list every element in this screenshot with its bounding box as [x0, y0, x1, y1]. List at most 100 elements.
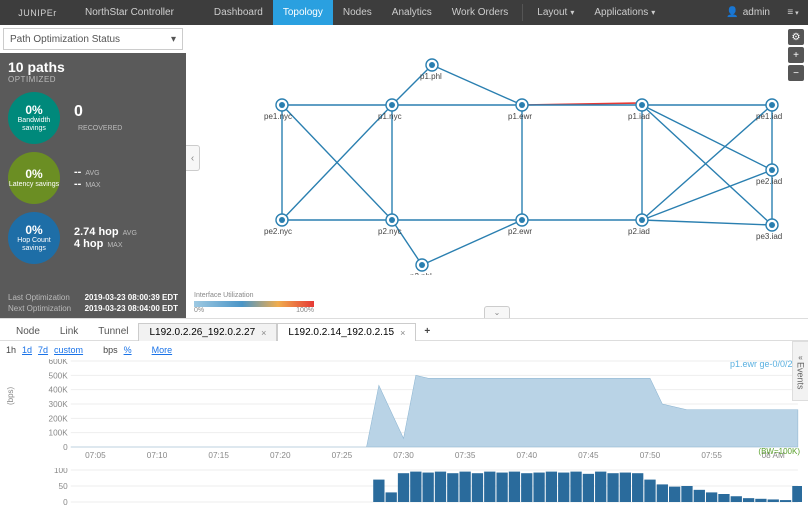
- topology-svg: pe1.nyc pe2.nyc p1.nyc p2.nyc p1.phl p2.…: [186, 25, 808, 275]
- main-row: Path Optimization Status ▾ 10 paths OPTI…: [0, 25, 808, 318]
- close-icon[interactable]: ×: [400, 328, 405, 338]
- chevron-down-icon: ▾: [171, 34, 176, 45]
- svg-text:p2.iad: p2.iad: [628, 227, 650, 236]
- mini-chart[interactable]: 050100: [42, 468, 802, 510]
- brand-title: NorthStar Controller: [75, 7, 184, 18]
- user-menu[interactable]: 👤 admin: [720, 7, 780, 18]
- svg-text:p1.nyc: p1.nyc: [378, 112, 402, 121]
- svg-text:07:40: 07:40: [516, 451, 537, 459]
- tab-file-1-label: L192.0.2.14_192.0.2.15: [288, 327, 394, 338]
- traffic-chart[interactable]: 0100K200K300K400K500K600K07:0507:1007:15…: [42, 359, 802, 459]
- svg-text:p1.ewr: p1.ewr: [508, 112, 532, 121]
- status-select[interactable]: Path Optimization Status ▾: [3, 28, 183, 50]
- svg-text:p2.phl: p2.phl: [410, 272, 432, 275]
- nav-nodes[interactable]: Nodes: [333, 0, 382, 25]
- svg-text:50: 50: [59, 482, 69, 491]
- node-pe1-iad[interactable]: pe1.iad: [756, 99, 782, 121]
- svg-text:p1.phl: p1.phl: [420, 72, 442, 81]
- range-1d[interactable]: 1d: [22, 345, 32, 355]
- node-pe2-nyc[interactable]: pe2.nyc: [264, 214, 292, 236]
- node-p1-ewr[interactable]: p1.ewr: [508, 99, 532, 121]
- unit-bps[interactable]: bps: [103, 345, 118, 355]
- chart-more[interactable]: More: [152, 345, 173, 355]
- svg-text:pe2.nyc: pe2.nyc: [264, 227, 292, 236]
- unit-pct[interactable]: %: [124, 345, 132, 355]
- tab-add-button[interactable]: +: [416, 323, 438, 340]
- svg-text:100K: 100K: [49, 429, 69, 438]
- status-panel: Path Optimization Status ▾ 10 paths OPTI…: [0, 25, 186, 318]
- svg-text:300K: 300K: [49, 400, 69, 409]
- topology-controls: ⚙ + −: [788, 29, 804, 81]
- node-p1-nyc[interactable]: p1.nyc: [378, 99, 402, 121]
- tab-file-0-label: L192.0.2.26_192.0.2.27: [149, 327, 255, 338]
- utilization-legend: Interface Utilization 0%100%: [194, 292, 314, 314]
- svg-text:07:55: 07:55: [701, 451, 722, 459]
- node-p2-nyc[interactable]: p2.nyc: [378, 214, 402, 236]
- chart-subtitle: p1.ewr ge-0/0/2.0: [730, 359, 800, 369]
- svg-text:500K: 500K: [49, 371, 69, 380]
- expand-bottom-handle[interactable]: ⌄: [484, 306, 510, 318]
- node-pe1-nyc[interactable]: pe1.nyc: [264, 99, 292, 121]
- svg-text:07:20: 07:20: [270, 451, 291, 459]
- nav-work-orders[interactable]: Work Orders: [442, 0, 519, 25]
- tab-tunnel[interactable]: Tunnel: [88, 323, 138, 340]
- tab-file-0[interactable]: L192.0.2.26_192.0.2.27 ×: [138, 323, 277, 341]
- chevron-down-icon: [648, 7, 655, 18]
- svg-text:07:05: 07:05: [85, 451, 106, 459]
- svg-text:400K: 400K: [49, 386, 69, 395]
- chart-toolbar: 1h 1d 7d custom bps % More: [0, 341, 808, 359]
- svg-text:07:30: 07:30: [393, 451, 414, 459]
- node-pe3-iad[interactable]: pe3.iad: [756, 219, 782, 241]
- user-icon: 👤: [726, 7, 738, 18]
- chevron-down-icon: [567, 7, 574, 18]
- svg-text:100: 100: [54, 468, 68, 475]
- range-1h[interactable]: 1h: [6, 345, 16, 355]
- chevron-left-icon: «: [798, 353, 802, 362]
- bottom-panel: Node Link Tunnel L192.0.2.26_192.0.2.27 …: [0, 318, 808, 520]
- bandwidth-savings-pill: 0% Bandwidth savings: [8, 92, 60, 144]
- topology-canvas[interactable]: ‹: [186, 25, 808, 318]
- svg-text:07:35: 07:35: [455, 451, 476, 459]
- svg-text:200K: 200K: [49, 414, 69, 423]
- svg-text:07:15: 07:15: [208, 451, 229, 459]
- topo-settings-button[interactable]: ⚙: [788, 29, 804, 45]
- svg-text:0: 0: [63, 443, 68, 452]
- collapse-sidebar-handle[interactable]: ‹: [186, 145, 200, 171]
- events-drawer-handle[interactable]: « Events: [792, 341, 808, 401]
- paths-count: 10 paths: [8, 59, 178, 75]
- svg-text:07:10: 07:10: [147, 451, 168, 459]
- nav-layout[interactable]: Layout: [527, 0, 584, 25]
- brand-logo: JUNIPEr: [0, 0, 75, 25]
- nav-applications[interactable]: Applications: [584, 0, 665, 25]
- hamburger-menu[interactable]: ≡▾: [784, 4, 802, 22]
- svg-text:pe3.iad: pe3.iad: [756, 232, 782, 241]
- tab-file-1[interactable]: L192.0.2.14_192.0.2.15 ×: [277, 323, 416, 341]
- svg-text:07:25: 07:25: [332, 451, 353, 459]
- zoom-out-button[interactable]: −: [788, 65, 804, 81]
- nav-topology[interactable]: Topology: [273, 0, 333, 25]
- close-icon[interactable]: ×: [261, 328, 266, 338]
- svg-text:p1.iad: p1.iad: [628, 112, 650, 121]
- svg-text:p2.nyc: p2.nyc: [378, 227, 402, 236]
- node-p1-phl[interactable]: p1.phl: [420, 59, 442, 81]
- recovered-metric: 0: [74, 103, 122, 121]
- range-7d[interactable]: 7d: [38, 345, 48, 355]
- chart-area: p1.ewr ge-0/0/2.0 (BW=100K) (bps) 0100K2…: [0, 359, 808, 520]
- status-select-label: Path Optimization Status: [10, 34, 120, 45]
- svg-text:07:50: 07:50: [640, 451, 661, 459]
- zoom-in-button[interactable]: +: [788, 47, 804, 63]
- node-p2-iad[interactable]: p2.iad: [628, 214, 650, 236]
- latency-avg: --AVG: [74, 166, 101, 178]
- tab-node[interactable]: Node: [6, 323, 50, 340]
- chart-bw-note: (BW=100K): [758, 447, 800, 456]
- nav-dashboard[interactable]: Dashboard: [204, 0, 273, 25]
- hop-max: 4 hopMAX: [74, 238, 137, 250]
- nav-analytics[interactable]: Analytics: [382, 0, 442, 25]
- tab-strip: Node Link Tunnel L192.0.2.26_192.0.2.27 …: [0, 319, 808, 341]
- optimization-times: Last Optimization2019-03-23 08:00:39 EDT…: [0, 288, 186, 318]
- tab-link[interactable]: Link: [50, 323, 88, 340]
- user-name: admin: [743, 7, 770, 18]
- svg-text:pe2.iad: pe2.iad: [756, 177, 782, 186]
- hop-avg: 2.74 hopAVG: [74, 226, 137, 238]
- range-custom[interactable]: custom: [54, 345, 83, 355]
